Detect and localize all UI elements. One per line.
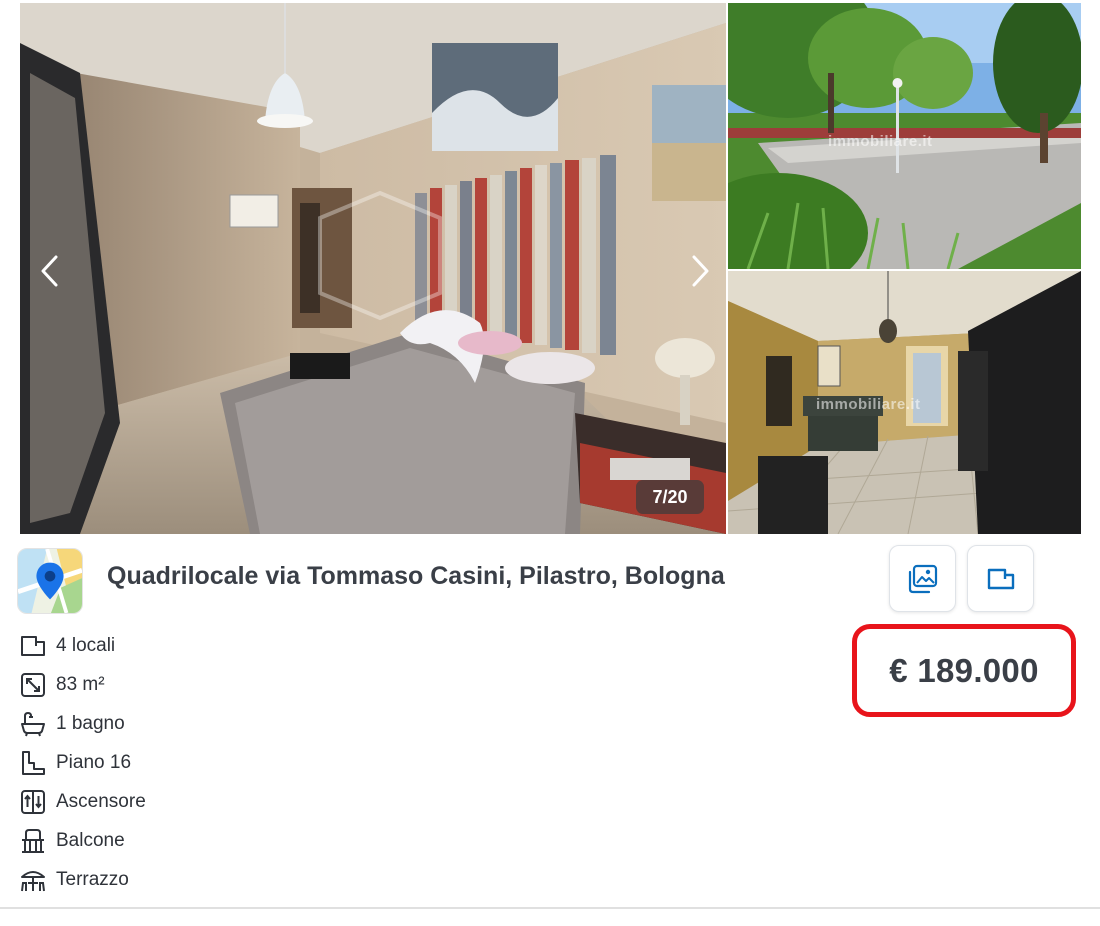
photos-button[interactable] bbox=[889, 545, 956, 612]
features-list: 4 locali 83 m² 1 bagno Piano 16 Ascensor… bbox=[18, 626, 146, 899]
listing-card: immobiliare.it immobiliare.it 7/20 Quadr… bbox=[0, 0, 1100, 926]
bathtub-icon bbox=[18, 709, 48, 739]
photo-counter: 7/20 bbox=[636, 480, 704, 514]
feature-label: Terrazzo bbox=[56, 868, 129, 890]
previous-photo-button[interactable] bbox=[32, 251, 66, 291]
balcony-icon bbox=[18, 826, 48, 856]
price-highlight: € 189.000 bbox=[852, 624, 1076, 717]
feature-floor: Piano 16 bbox=[18, 743, 146, 782]
feature-terrace: Terrazzo bbox=[18, 860, 146, 899]
floorplan-button[interactable] bbox=[967, 545, 1034, 612]
watermark: immobiliare.it bbox=[828, 133, 933, 150]
garden-photo[interactable]: immobiliare.it bbox=[728, 3, 1081, 269]
terrace-icon bbox=[18, 865, 48, 895]
main-photo[interactable] bbox=[20, 3, 726, 534]
divider bbox=[0, 907, 1100, 909]
feature-label: 4 locali bbox=[56, 634, 116, 656]
watermark: immobiliare.it bbox=[816, 396, 921, 413]
rooms-icon bbox=[18, 631, 48, 661]
feature-elevator: Ascensore bbox=[18, 782, 146, 821]
surface-icon bbox=[18, 670, 48, 700]
map-pin-icon bbox=[18, 549, 82, 613]
chevron-left-icon bbox=[41, 255, 58, 287]
feature-label: Ascensore bbox=[56, 790, 146, 812]
photos-icon bbox=[908, 564, 937, 593]
feature-label: Piano 16 bbox=[56, 751, 132, 773]
price: € 189.000 bbox=[889, 651, 1039, 689]
feature-label: 1 bagno bbox=[56, 712, 125, 734]
floorplan-icon bbox=[987, 568, 1014, 589]
feature-balcony: Balcone bbox=[18, 821, 146, 860]
feature-bathrooms: 1 bagno bbox=[18, 704, 146, 743]
elevator-icon bbox=[18, 787, 48, 817]
feature-label: 83 m² bbox=[56, 673, 105, 695]
map-logo bbox=[17, 548, 83, 614]
feature-rooms: 4 locali bbox=[18, 626, 146, 665]
chevron-right-icon bbox=[692, 255, 709, 287]
feature-label: Balcone bbox=[56, 829, 125, 851]
listing-title: Quadrilocale via Tommaso Casini, Pilastr… bbox=[107, 562, 725, 590]
living-room-photo[interactable]: immobiliare.it bbox=[728, 271, 1081, 534]
floor-icon bbox=[18, 748, 48, 778]
feature-surface: 83 m² bbox=[18, 665, 146, 704]
next-photo-button[interactable] bbox=[684, 251, 718, 291]
photo-gallery: immobiliare.it immobiliare.it 7/20 bbox=[20, 3, 1081, 534]
